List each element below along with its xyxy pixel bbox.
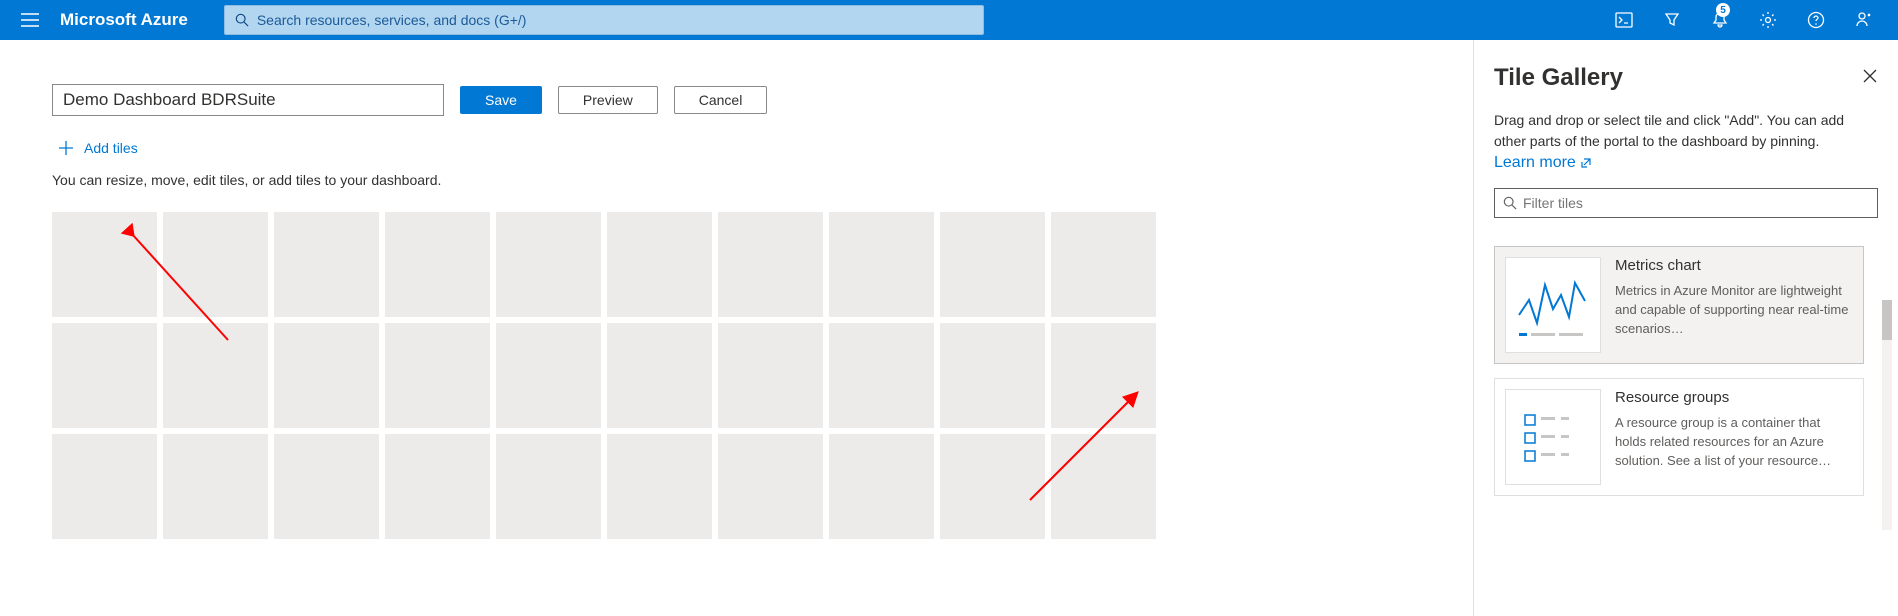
tile-gallery-panel: Tile Gallery Drag and drop or select til… — [1473, 40, 1898, 616]
metrics-chart-icon — [1505, 257, 1601, 353]
panel-title: Tile Gallery — [1494, 64, 1623, 92]
tile-grid[interactable] — [44, 212, 1473, 539]
preview-button[interactable]: Preview — [558, 86, 658, 114]
directory-filter-icon[interactable] — [1648, 0, 1696, 40]
dashboard-edit-area: Save Preview Cancel Add tiles You can re… — [0, 40, 1473, 616]
external-link-icon — [1580, 157, 1592, 169]
plus-icon — [58, 140, 74, 156]
save-button[interactable]: Save — [460, 86, 542, 114]
cancel-button[interactable]: Cancel — [674, 86, 768, 114]
top-nav-bar: Microsoft Azure 5 — [0, 0, 1898, 40]
search-input[interactable] — [257, 12, 973, 28]
close-icon[interactable] — [1862, 68, 1878, 89]
panel-description: Drag and drop or select tile and click "… — [1494, 110, 1878, 152]
dashboard-name-input[interactable] — [52, 84, 444, 116]
cloud-shell-icon[interactable] — [1600, 0, 1648, 40]
filter-tiles[interactable] — [1494, 188, 1878, 218]
global-search[interactable] — [224, 5, 984, 35]
resource-groups-icon — [1505, 389, 1601, 485]
search-icon — [1503, 196, 1517, 210]
notification-badge: 5 — [1716, 3, 1730, 17]
learn-more-link[interactable]: Learn more — [1494, 154, 1878, 172]
help-icon[interactable] — [1792, 0, 1840, 40]
search-icon — [235, 13, 249, 27]
feedback-icon[interactable] — [1840, 0, 1888, 40]
tile-card-metrics-chart[interactable]: Metrics chart Metrics in Azure Monitor a… — [1494, 246, 1864, 364]
filter-input[interactable] — [1523, 195, 1869, 211]
add-tiles-link[interactable]: Add tiles — [44, 136, 138, 168]
menu-icon[interactable] — [10, 0, 50, 40]
notifications-icon[interactable]: 5 — [1696, 0, 1744, 40]
scrollbar[interactable] — [1882, 300, 1892, 530]
tile-desc: Metrics in Azure Monitor are lightweight… — [1615, 282, 1853, 339]
brand-label[interactable]: Microsoft Azure — [50, 10, 210, 30]
help-text: You can resize, move, edit tiles, or add… — [44, 168, 1473, 212]
tile-name: Metrics chart — [1615, 257, 1853, 274]
gear-icon[interactable] — [1744, 0, 1792, 40]
tile-desc: A resource group is a container that hol… — [1615, 414, 1853, 471]
tile-name: Resource groups — [1615, 389, 1853, 406]
tile-card-resource-groups[interactable]: Resource groups A resource group is a co… — [1494, 378, 1864, 496]
